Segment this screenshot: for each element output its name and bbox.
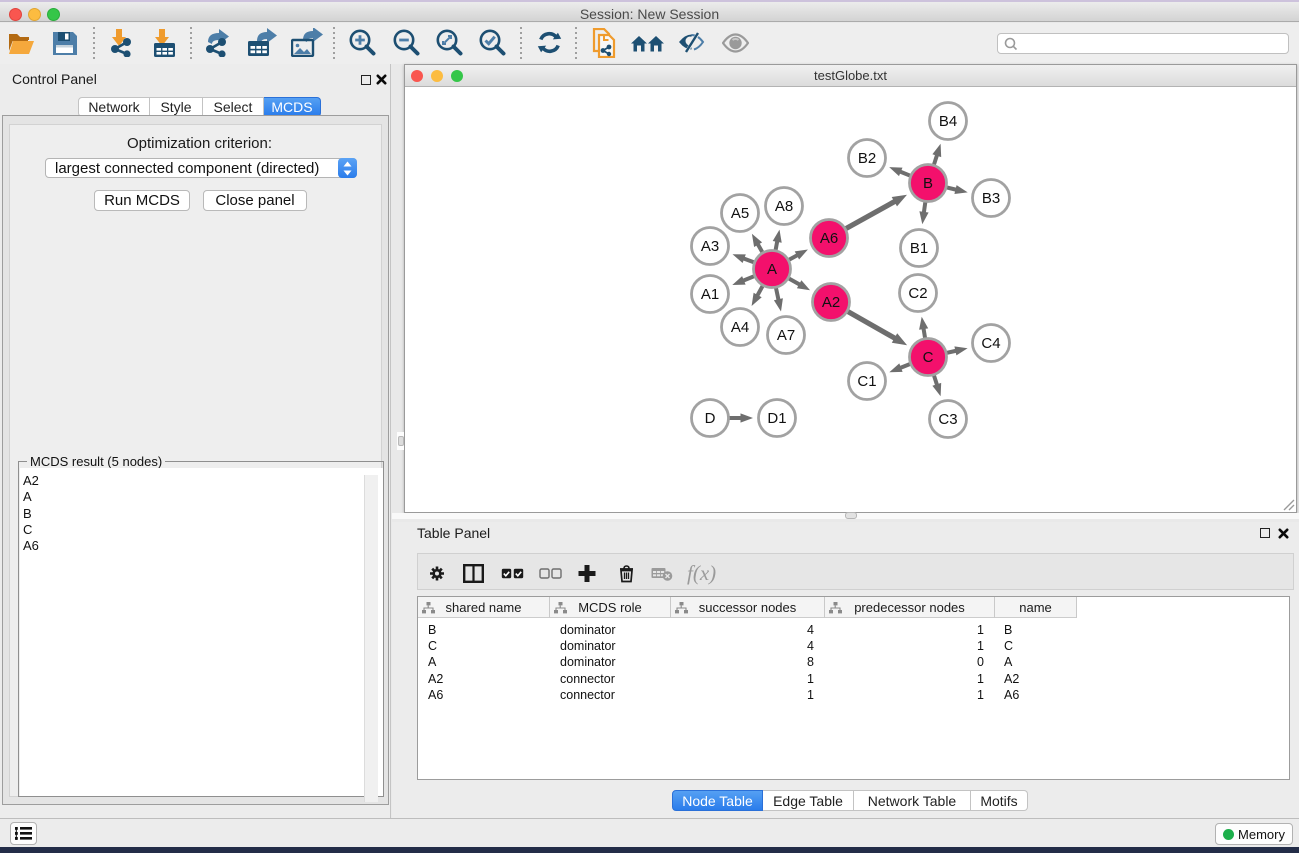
svg-text:B2: B2	[858, 150, 876, 167]
svg-text:A4: A4	[731, 319, 749, 336]
svg-text:B: B	[923, 175, 933, 192]
svg-text:C2: C2	[908, 285, 927, 302]
svg-text:A8: A8	[775, 198, 793, 215]
svg-text:A1: A1	[701, 286, 719, 303]
svg-text:C: C	[923, 349, 934, 366]
svg-text:A3: A3	[701, 238, 719, 255]
svg-text:A: A	[767, 261, 777, 278]
svg-text:C3: C3	[938, 411, 957, 428]
svg-text:B3: B3	[982, 190, 1000, 207]
svg-text:A7: A7	[777, 327, 795, 344]
svg-text:C1: C1	[857, 373, 876, 390]
svg-text:D1: D1	[767, 410, 786, 427]
svg-text:A2: A2	[822, 294, 840, 311]
svg-text:C4: C4	[981, 335, 1000, 352]
svg-text:B4: B4	[939, 113, 957, 130]
svg-text:B1: B1	[910, 240, 928, 257]
svg-text:D: D	[705, 410, 716, 427]
svg-text:A6: A6	[820, 230, 838, 247]
svg-text:A5: A5	[731, 205, 749, 222]
